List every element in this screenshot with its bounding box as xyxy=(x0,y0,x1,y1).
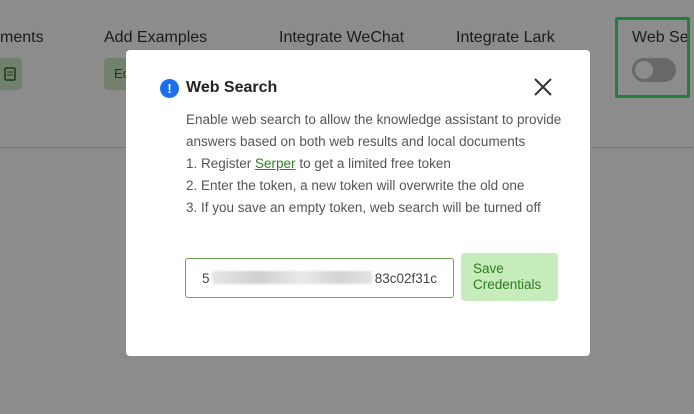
dialog-header: ! Web Search xyxy=(160,76,277,100)
web-search-dialog: ! Web Search Enable web search to allow … xyxy=(126,50,590,356)
token-value-end: 83c02f31c xyxy=(374,270,437,286)
info-icon: ! xyxy=(160,78,179,98)
save-credentials-button[interactable]: Save Credentials xyxy=(461,253,558,301)
serper-link[interactable]: Serper xyxy=(255,156,296,171)
token-value-start: 5 xyxy=(202,270,210,286)
redacted-token-blur xyxy=(212,271,372,284)
step-1: 1. Register Serper to get a limited free… xyxy=(186,156,451,171)
close-icon[interactable] xyxy=(532,76,554,98)
step-3: 3. If you save an empty token, web searc… xyxy=(186,200,541,215)
dialog-body: Enable web search to allow the knowledge… xyxy=(186,109,566,219)
step-2: 2. Enter the token, a new token will ove… xyxy=(186,178,525,193)
dialog-title: Web Search xyxy=(186,79,278,96)
description-text: Enable web search to allow the knowledge… xyxy=(186,112,562,149)
